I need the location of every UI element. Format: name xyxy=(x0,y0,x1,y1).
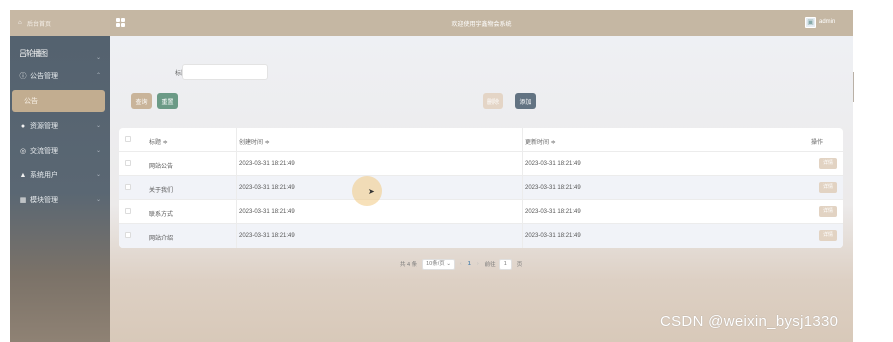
main-content: 标题 查询 重置 删除 添加 标题 ≑ 创建时间 ≑ 更新时间 ≑ 操作 网站公… xyxy=(110,36,853,342)
sidebar-item-communication[interactable]: ◎ 交流管理 ⌄ xyxy=(10,141,110,161)
cursor-highlight xyxy=(352,176,382,206)
prev-page-button[interactable]: ‹ xyxy=(460,261,462,267)
column-divider xyxy=(236,152,237,175)
avatar[interactable]: ▣ xyxy=(805,17,816,28)
reset-button[interactable]: 重置 xyxy=(157,93,178,109)
mouse-pointer-icon: ➤ xyxy=(368,187,375,196)
goto-page-input[interactable]: 1 xyxy=(498,258,512,270)
query-button[interactable]: 查询 xyxy=(131,93,152,109)
chevron-up-icon: ⌃ xyxy=(95,73,101,79)
location-pin-icon: ● xyxy=(20,122,26,130)
row-checkbox[interactable] xyxy=(125,232,131,238)
chevron-down-icon: ⌄ xyxy=(446,260,451,267)
cell-title: 关于我们 xyxy=(149,188,174,194)
header-action: 操作 xyxy=(811,140,824,146)
detail-button[interactable]: 详情 xyxy=(819,206,837,217)
table-row: 联系方式 2023-03-31 18:21:49 2023-03-31 18:2… xyxy=(119,200,843,224)
sidebar-garbled-text: 吕轮播图 xyxy=(19,49,48,58)
module-grid-icon: ▦ xyxy=(19,197,27,204)
window-edge-divider xyxy=(853,72,854,102)
cell-created: 2023-03-31 18:21:49 xyxy=(239,161,295,167)
cell-created: 2023-03-31 18:21:49 xyxy=(239,209,295,215)
pagination: 共 4 条 10条/页 ⌄ ‹ 1 › 前往 1 页 xyxy=(400,258,522,270)
row-checkbox[interactable] xyxy=(125,160,131,166)
sidebar-item-label: 系统用户 xyxy=(30,172,58,179)
sidebar-item-system-users[interactable]: ▲ 系统用户 ⌄ xyxy=(10,165,110,185)
detail-button[interactable]: 详情 xyxy=(819,230,837,241)
chevron-down-icon: ⌄ xyxy=(95,148,101,154)
user-name[interactable]: admin xyxy=(819,19,835,25)
home-icon: ⌂ xyxy=(18,20,22,26)
sidebar-item-label: 模块管理 xyxy=(30,197,58,204)
cell-updated: 2023-03-31 18:21:49 xyxy=(525,233,581,239)
info-circle-icon: ⓘ xyxy=(19,73,27,80)
sidebar-home-label: 后台首页 xyxy=(27,21,52,28)
chevron-down-icon: ⌄ xyxy=(95,123,101,129)
detail-button[interactable]: 详情 xyxy=(819,182,837,193)
next-page-button[interactable]: › xyxy=(477,261,479,267)
cell-updated: 2023-03-31 18:21:49 xyxy=(525,161,581,167)
table-row: 网站公告 2023-03-31 18:21:49 2023-03-31 18:2… xyxy=(119,152,843,176)
cell-created: 2023-03-31 18:21:49 xyxy=(239,185,295,191)
page-size-value: 10条/页 xyxy=(426,260,445,267)
cell-title: 联系方式 xyxy=(149,212,174,218)
table-row: 网站介绍 2023-03-31 18:21:49 2023-03-31 18:2… xyxy=(119,224,843,248)
cell-created: 2023-03-31 18:21:49 xyxy=(239,233,295,239)
detail-button[interactable]: 详情 xyxy=(819,158,837,169)
column-divider xyxy=(522,128,523,151)
column-divider xyxy=(236,128,237,151)
header-title[interactable]: 标题 ≑ xyxy=(149,137,168,146)
table-header-row: 标题 ≑ 创建时间 ≑ 更新时间 ≑ 操作 xyxy=(119,128,843,152)
cell-title: 网站介绍 xyxy=(149,236,174,242)
header-updated[interactable]: 更新时间 ≑ xyxy=(525,137,556,146)
chevron-down-icon: ⌄ xyxy=(95,55,101,61)
chevron-down-icon: ⌄ xyxy=(95,172,101,178)
cell-title: 网站公告 xyxy=(149,164,174,170)
goto-label: 前往 xyxy=(484,262,496,268)
column-divider xyxy=(522,152,523,175)
row-checkbox[interactable] xyxy=(125,184,131,190)
app-window: ⌂ 后台首页 ⌄ 吕轮播图 ⓘ 公告管理 ⌃ 公告 ● 资源管理 ⌄ ◎ 交流管… xyxy=(10,10,853,342)
search-title-input[interactable] xyxy=(182,64,268,80)
top-bar: 欢迎使用宇鑫物会系统 ▣ admin xyxy=(110,10,853,36)
delete-button[interactable]: 删除 xyxy=(483,93,503,109)
watermark: CSDN @weixin_bysj1330 xyxy=(660,313,839,330)
sidebar: ⌂ 后台首页 ⌄ 吕轮播图 ⓘ 公告管理 ⌃ 公告 ● 资源管理 ⌄ ◎ 交流管… xyxy=(10,10,110,342)
sidebar-item-label: 交流管理 xyxy=(30,148,58,155)
column-divider xyxy=(236,176,237,199)
table-row: 关于我们 2023-03-31 18:21:49 2023-03-31 18:2… xyxy=(119,176,843,200)
cell-updated: 2023-03-31 18:21:49 xyxy=(525,209,581,215)
row-checkbox[interactable] xyxy=(125,208,131,214)
sidebar-item-notice-management[interactable]: ⓘ 公告管理 ⌃ xyxy=(10,66,110,86)
pagination-total: 共 4 条 xyxy=(400,262,418,268)
add-button[interactable]: 添加 xyxy=(515,93,536,109)
header-created[interactable]: 创建时间 ≑ xyxy=(239,137,270,146)
sidebar-item-label: 公告管理 xyxy=(30,73,58,80)
current-page-number[interactable]: 1 xyxy=(468,261,471,267)
sidebar-subitem-notice[interactable]: 公告 xyxy=(12,90,105,112)
sidebar-item-resources[interactable]: ● 资源管理 ⌄ xyxy=(10,116,110,136)
chevron-down-icon: ⌄ xyxy=(95,197,101,203)
page-title: 欢迎使用宇鑫物会系统 xyxy=(451,22,512,28)
sidebar-home-link[interactable]: ⌂ 后台首页 xyxy=(10,10,110,36)
column-divider xyxy=(522,200,523,223)
select-all-checkbox[interactable] xyxy=(125,136,131,142)
sidebar-item-label: 资源管理 xyxy=(30,123,58,130)
notice-table: 标题 ≑ 创建时间 ≑ 更新时间 ≑ 操作 网站公告 2023-03-31 18… xyxy=(119,128,843,248)
column-divider xyxy=(236,200,237,223)
user-icon: ▲ xyxy=(19,171,27,179)
sidebar-item-modules[interactable]: ▦ 模块管理 ⌄ xyxy=(10,190,110,210)
page-size-select[interactable]: 10条/页 ⌄ xyxy=(422,258,455,270)
column-divider xyxy=(522,224,523,248)
cell-updated: 2023-03-31 18:21:49 xyxy=(525,185,581,191)
page-suffix: 页 xyxy=(516,262,523,268)
chat-bubble-icon: ◎ xyxy=(19,148,27,155)
column-divider xyxy=(522,176,523,199)
column-divider xyxy=(236,224,237,248)
